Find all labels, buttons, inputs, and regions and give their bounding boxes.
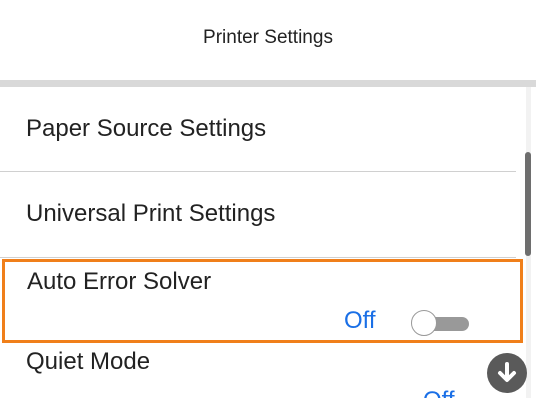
arrow-down-glyph	[498, 362, 516, 382]
menu-item-paper-source-settings[interactable]: Paper Source Settings	[0, 87, 516, 171]
menu-item-quiet-mode[interactable]: Quiet Mode	[26, 348, 150, 376]
auto-error-solver-toggle[interactable]	[409, 310, 473, 336]
arrow-down-circle-icon[interactable]	[487, 353, 527, 393]
toggle-knob	[411, 310, 437, 336]
menu-item-universal-print-settings[interactable]: Universal Print Settings	[0, 171, 516, 257]
menu-item-auto-error-solver[interactable]: Auto Error Solver Off	[2, 259, 523, 343]
divider	[0, 257, 516, 258]
header: Printer Settings	[0, 0, 536, 80]
quiet-mode-value: Off	[423, 387, 455, 398]
page-title: Printer Settings	[203, 27, 333, 48]
auto-error-solver-label: Auto Error Solver	[27, 268, 212, 295]
header-divider	[0, 80, 536, 87]
printer-settings-screen: Printer Settings Paper Source Settings U…	[0, 0, 536, 398]
scrollbar-thumb[interactable]	[525, 152, 531, 256]
auto-error-solver-value: Off	[344, 307, 376, 334]
settings-list: Paper Source Settings Universal Print Se…	[0, 87, 536, 398]
